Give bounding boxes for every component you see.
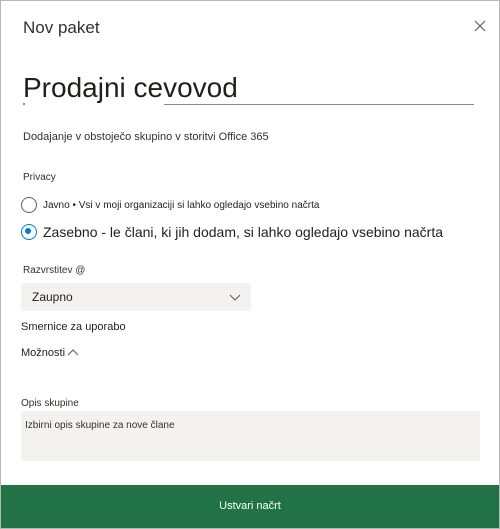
chevron-down-icon xyxy=(229,294,241,301)
options-toggle[interactable]: Možnosti xyxy=(21,347,79,359)
privacy-option-public[interactable]: Javno • Vsi v moji organizaciji si lahko… xyxy=(21,197,319,213)
new-plan-dialog: Nov paket Prodajni cevovod Dodajanje v o… xyxy=(0,0,500,529)
name-input-caret xyxy=(23,103,25,105)
plan-name-input[interactable]: Prodajni cevovod xyxy=(23,69,475,107)
chevron-up-icon xyxy=(67,349,79,356)
description-label: Opis skupine xyxy=(21,398,79,409)
radio-public[interactable] xyxy=(21,197,37,213)
description-textarea[interactable]: Izbirni opis skupine za nove člane xyxy=(21,411,480,461)
description-placeholder: Izbirni opis skupine za nove člane xyxy=(25,420,175,431)
radio-private[interactable] xyxy=(21,224,37,240)
privacy-option-private[interactable]: Zasebno - le člani, ki jih dodam, si lah… xyxy=(21,224,443,240)
create-plan-button[interactable]: Ustvari načrt xyxy=(1,485,499,528)
classification-value: Zaupno xyxy=(32,290,73,304)
privacy-label: Privacy xyxy=(23,172,56,183)
close-button[interactable] xyxy=(469,15,491,37)
privacy-option-private-label: Zasebno - le člani, ki jih dodam, si lah… xyxy=(43,224,444,240)
classification-label: Razvrstitev @ xyxy=(23,265,86,276)
close-icon xyxy=(474,20,486,32)
dialog-title: Nov paket xyxy=(23,18,100,37)
privacy-option-public-label: Javno • Vsi v moji organizaciji si lahko… xyxy=(43,199,320,211)
usage-guidelines-link[interactable]: Smernice za uporabo xyxy=(21,321,126,333)
options-label: Možnosti xyxy=(21,347,66,359)
classification-dropdown[interactable]: Zaupno xyxy=(21,283,251,311)
name-input-underline xyxy=(164,104,474,105)
group-subtitle: Dodajanje v obstoječo skupino v storitvi… xyxy=(23,131,269,143)
